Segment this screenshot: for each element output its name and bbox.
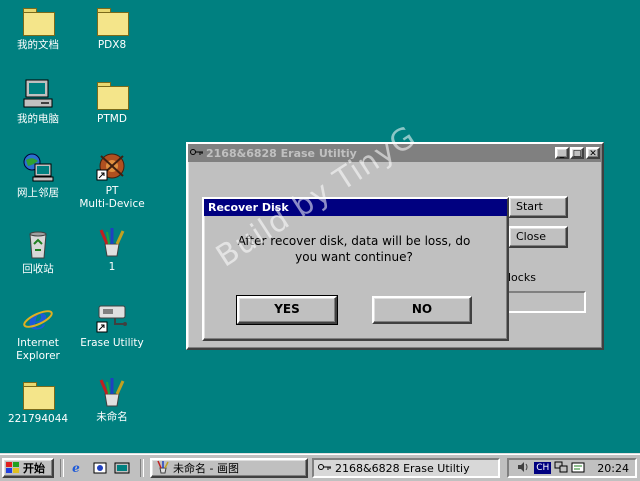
clock: 20:24 [597,461,629,475]
start-label: 开始 [23,462,45,475]
desktop-icon-label: 网上邻居 [17,187,59,199]
taskbar: 开始 e 未命名 - 画图 2168&6828 Erase Utiltiy CH… [0,454,640,481]
dialog-titlebar[interactable]: Recover Disk [204,199,507,216]
windows-logo-icon [6,462,20,474]
task-label: 2168&6828 Erase Utiltiy [335,461,470,475]
paint-brushes-icon [95,376,129,408]
close-window-button[interactable]: ✕ [586,147,600,159]
close-button[interactable]: Close [508,226,568,248]
dialog-message-line: you want continue? [295,250,413,264]
taskbar-divider [60,459,64,477]
task-label: 未命名 - 画图 [173,462,239,475]
dialog-title: Recover Disk [208,201,289,214]
network-icon [21,152,55,184]
start-menu-button[interactable]: 开始 [2,458,54,478]
desktop-icon-internet-explorer[interactable]: e Internet Explorer [0,302,76,363]
app-key-icon [318,462,332,475]
desktop-icon-network-neighborhood[interactable]: 网上邻居 [0,152,76,200]
desktop-icon-label: 我的文档 [17,39,59,51]
desktop-icon-pdx8[interactable]: PDX8 [74,4,150,52]
network-tray-icon[interactable] [554,461,568,476]
task-erase-utility[interactable]: 2168&6828 Erase Utiltiy [312,458,500,478]
no-button[interactable]: NO [372,296,472,324]
yes-button-label: YES [274,302,300,316]
internet-explorer-icon: e [21,302,55,337]
desktop-icon-label: 我的电脑 [17,113,59,125]
outlook-quicklaunch-icon[interactable] [92,460,108,476]
dialog-message-line: After recover disk, data will be loss, d… [237,234,471,248]
desktop-icon-label: 1 [108,261,116,273]
start-button[interactable]: Start [508,196,568,218]
computer-icon [21,78,55,110]
window-title: 2168&6828 Erase Utiltiy [206,146,357,160]
desktop-icon-my-documents[interactable]: 我的文档 [0,4,76,52]
app-key-icon [190,147,204,160]
ime-indicator[interactable]: CH [534,462,552,474]
recycle-bin-icon [21,228,55,260]
show-desktop-icon[interactable] [114,460,130,476]
desktop-icon-label: 回收站 [22,263,54,275]
desktop-icon-label: Erase Utility [80,337,144,349]
task-paint[interactable]: 未命名 - 画图 [150,458,308,478]
yes-button[interactable]: YES [236,295,338,325]
scheduler-tray-icon[interactable] [571,461,585,476]
desktop-icon-label: PT Multi-Device [79,185,145,210]
desktop-icon-label: Internet Explorer [16,337,60,362]
system-tray: CH 20:24 [507,458,637,478]
desktop-icon-label: 221794044 [7,413,69,425]
no-button-label: NO [411,302,433,316]
progress-bar [506,291,586,313]
ie-quicklaunch-icon[interactable]: e [68,460,84,476]
folder-icon [21,378,55,410]
desktop-icon-label: PTMD [97,113,127,125]
desktop-icon-1[interactable]: 1 [74,226,150,274]
folder-icon [21,4,55,36]
dialog-message: After recover disk, data will be loss, d… [214,233,494,265]
folder-icon [95,4,129,36]
desktop-icon-label: 未命名 [96,411,128,423]
recover-disk-dialog: Recover Disk After recover disk, data wi… [202,197,509,341]
app-shortcut-icon [95,150,129,182]
maximize-button[interactable]: □ [570,147,584,159]
desktop-icon-pt-multi-device[interactable]: PT Multi-Device [74,150,150,211]
desktop-icon-recycle-bin[interactable]: 回收站 [0,228,76,276]
minimize-button[interactable]: _ [555,147,569,159]
desktop-icon-label: PDX8 [97,39,127,51]
desktop-icon-ptmd[interactable]: PTMD [74,78,150,126]
paint-brushes-icon [95,226,129,258]
desktop-icon-my-computer[interactable]: 我的电脑 [0,78,76,126]
taskbar-divider [140,459,144,477]
paint-brushes-icon [156,460,170,476]
desktop-icon-erase-utility[interactable]: Erase Utility [74,302,150,350]
window-titlebar[interactable]: 2168&6828 Erase Utiltiy _ □ ✕ [188,144,602,162]
desktop-icon-untitled[interactable]: 未命名 [74,376,150,424]
blocks-label: locks [508,271,536,284]
volume-icon[interactable] [517,461,529,476]
folder-icon [95,78,129,110]
desktop-icon-221794044[interactable]: 221794044 [0,378,76,426]
drive-shortcut-icon [95,302,129,334]
